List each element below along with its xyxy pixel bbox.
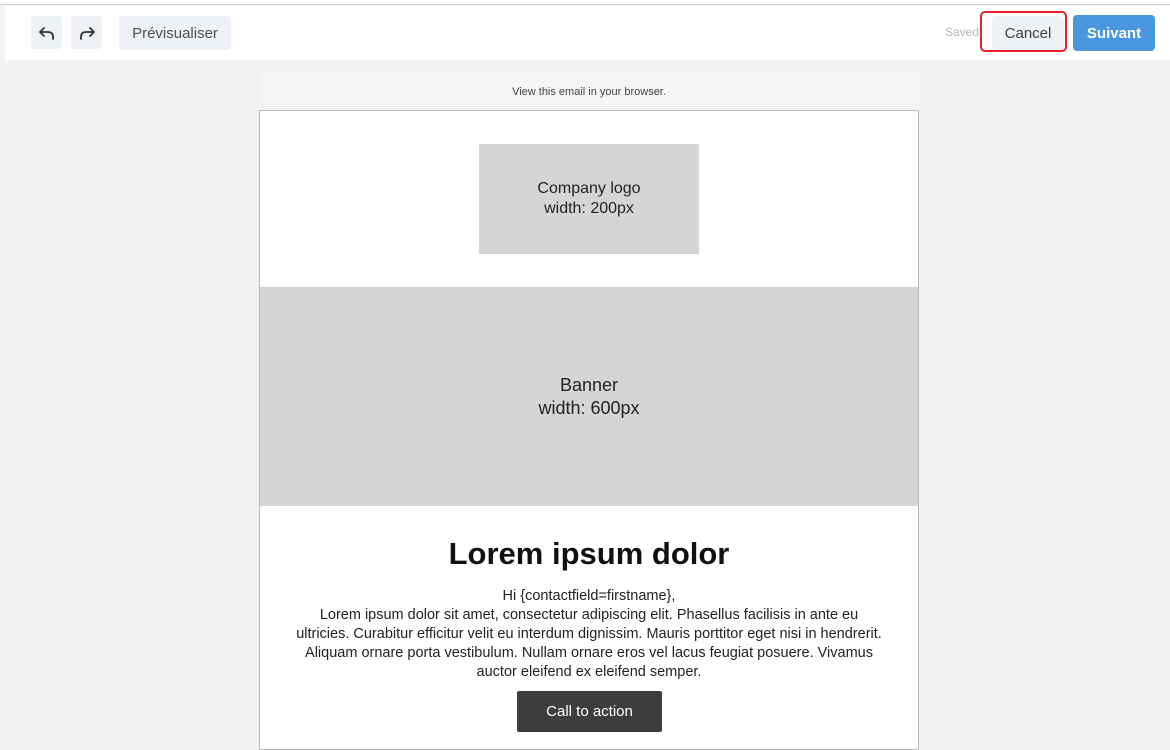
cancel-button[interactable]: Cancel [992,16,1064,50]
editor-toolbar: Prévisualiser Saved Cancel Suivant [5,6,1170,60]
body-paragraph: Lorem ipsum dolor sit amet, consectetur … [296,607,882,680]
email-body[interactable]: Hi {contactfield=firstname}, Lorem ipsum… [295,587,883,682]
call-to-action-button[interactable]: Call to action [517,691,662,732]
undo-button[interactable] [31,16,62,49]
saved-status: Saved [945,25,980,39]
logo-width-label: width: 200px [544,200,634,217]
next-button[interactable]: Suivant [1073,15,1155,51]
banner-placeholder[interactable]: Banner width: 600px [260,287,918,506]
email-headline[interactable]: Lorem ipsum dolor [260,536,918,572]
banner-label: Banner [559,374,619,395]
logo-label: Company logo [537,180,641,197]
redo-icon [79,26,95,40]
banner-width-label: width: 600px [538,397,640,418]
company-logo-placeholder[interactable]: Company logo width: 200px [479,144,699,254]
view-in-browser-link[interactable]: View this email in your browser. [259,73,919,110]
top-border [0,0,1170,5]
preview-button[interactable]: Prévisualiser [119,16,231,50]
greeting-text: Hi {contactfield=firstname}, [502,588,676,604]
undo-icon [38,26,54,40]
email-canvas: Company logo width: 200px Banner width: … [259,110,919,750]
redo-button[interactable] [71,16,102,49]
